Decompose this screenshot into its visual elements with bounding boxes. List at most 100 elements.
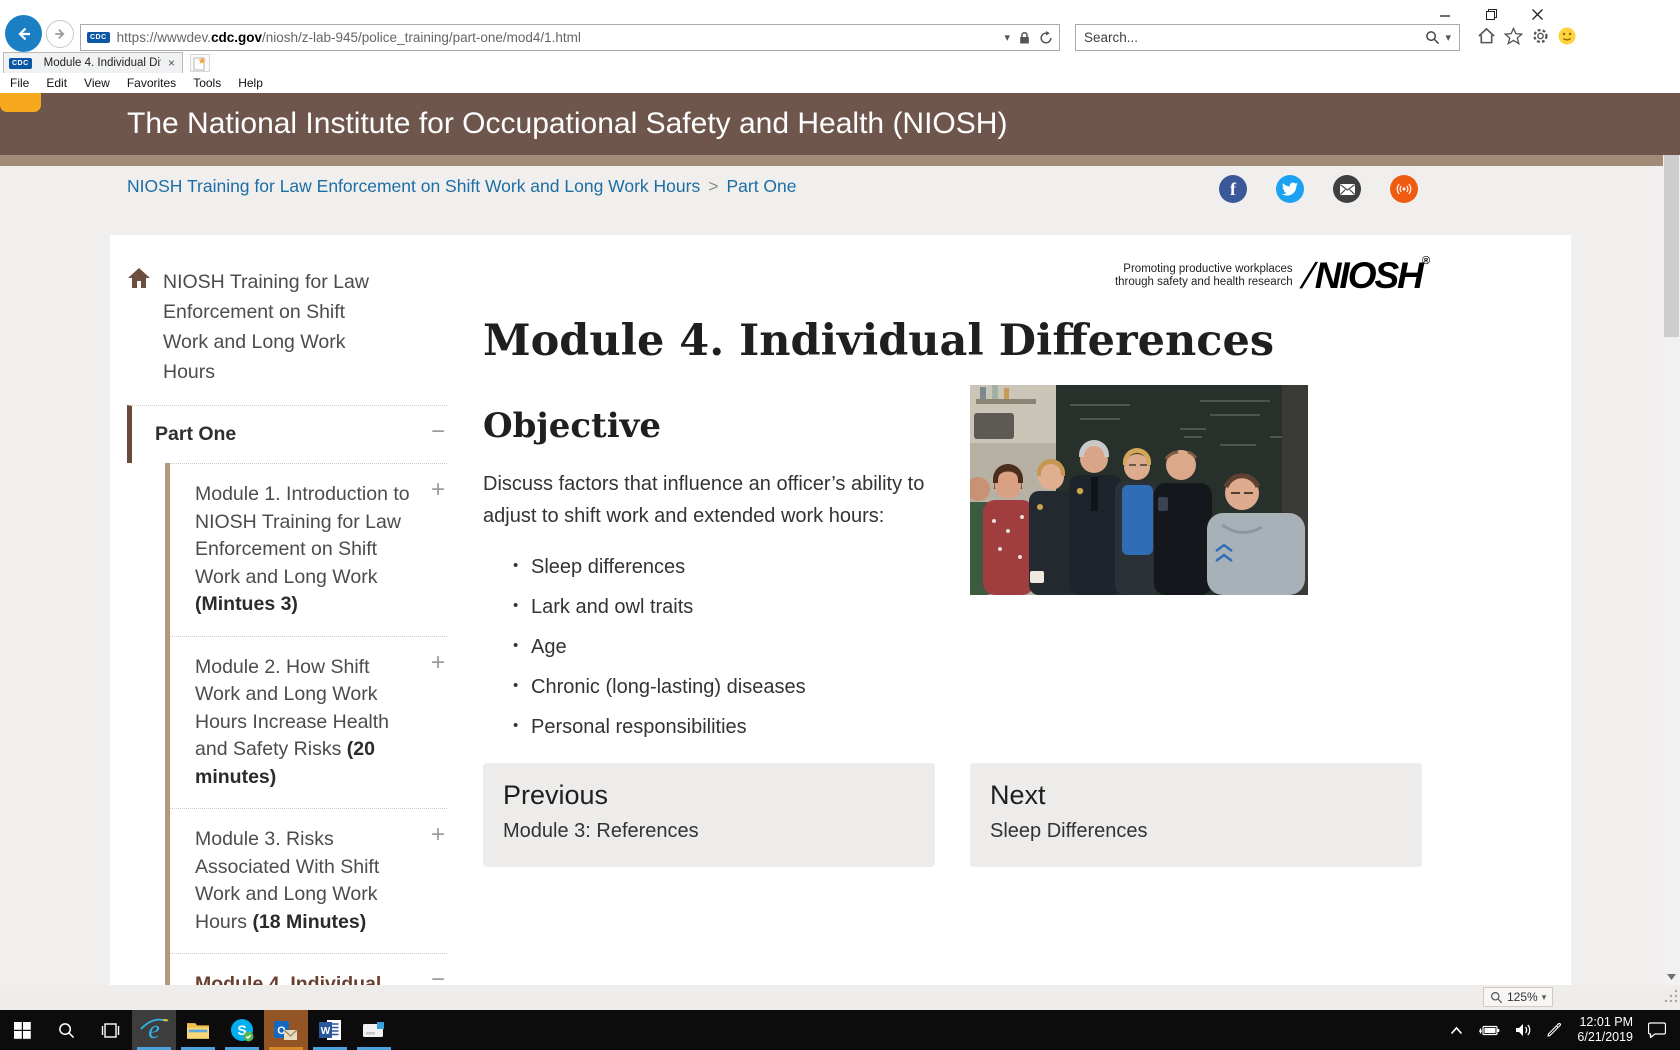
- taskbar-outlook-button[interactable]: O: [264, 1010, 308, 1050]
- tab-title: Module 4. Individual Differe...: [44, 57, 161, 69]
- next-button[interactable]: Next Sleep Differences: [970, 763, 1422, 867]
- collapse-minus-icon[interactable]: −: [431, 966, 445, 985]
- url-text[interactable]: https://wwwdev.cdc.gov/niosh/z-lab-945/p…: [117, 30, 1005, 45]
- collapse-minus-icon[interactable]: −: [431, 418, 445, 446]
- vertical-scrollbar[interactable]: [1663, 93, 1680, 985]
- pen-icon[interactable]: [1547, 1023, 1562, 1038]
- new-tab-page-icon: [193, 56, 207, 71]
- page-title: Module 4. Individual Differences: [483, 316, 1428, 366]
- new-tab-button[interactable]: [190, 54, 210, 72]
- file-explorer-icon: [187, 1021, 209, 1039]
- battery-icon[interactable]: [1478, 1024, 1500, 1037]
- site-title: The National Institute for Occupational …: [127, 93, 1007, 155]
- breadcrumb-root-link[interactable]: NIOSH Training for Law Enforcement on Sh…: [127, 176, 700, 196]
- browser-search[interactable]: ▾: [1075, 24, 1460, 51]
- forward-arrow-icon: [52, 26, 68, 42]
- site-banner: The National Institute for Occupational …: [0, 93, 1680, 155]
- syndicate-icon[interactable]: [1390, 175, 1418, 203]
- volume-icon[interactable]: [1515, 1023, 1532, 1037]
- previous-button[interactable]: Previous Module 3: References: [483, 763, 935, 867]
- search-icon[interactable]: [1425, 30, 1440, 45]
- taskbar-ie-button[interactable]: e: [132, 1010, 176, 1050]
- breadcrumb: NIOSH Training for Law Enforcement on Sh…: [127, 176, 797, 197]
- taskbar-clock[interactable]: 12:01 PM 6/21/2019: [1577, 1015, 1633, 1045]
- niosh-logo-slash: /: [1300, 255, 1316, 297]
- feedback-smiley-icon[interactable]: [1558, 27, 1576, 45]
- banner-strip: [0, 155, 1680, 166]
- favorites-star-icon[interactable]: [1504, 27, 1523, 45]
- main-content: Promoting productive workplaces through …: [483, 257, 1428, 867]
- expand-plus-icon[interactable]: +: [431, 821, 445, 849]
- task-view-button[interactable]: [88, 1010, 132, 1050]
- sidebar-home-link[interactable]: NIOSH Training for Law Enforcement on Sh…: [127, 255, 447, 405]
- facebook-icon[interactable]: f: [1219, 175, 1247, 203]
- browser-tab[interactable]: CDC Module 4. Individual Differe... ×: [3, 52, 183, 73]
- breadcrumb-current-link[interactable]: Part One: [726, 176, 796, 196]
- svg-text:W: W: [320, 1026, 330, 1037]
- url-dropdown-caret-icon[interactable]: ▾: [1004, 31, 1010, 44]
- objective-text: Discuss factors that influence an office…: [483, 468, 968, 532]
- ie-orbit-icon: [139, 1018, 169, 1031]
- close-button[interactable]: [1527, 4, 1547, 24]
- sidebar-section-part-one[interactable]: Part One −: [127, 405, 447, 463]
- back-button[interactable]: [5, 15, 42, 52]
- sidebar-home-label: NIOSH Training for Law Enforcement on Sh…: [163, 267, 383, 387]
- restore-button[interactable]: [1481, 4, 1501, 24]
- bullet-item: Age: [483, 636, 1428, 659]
- sidebar-item-module-3[interactable]: Module 3. Risks Associated With Shift Wo…: [170, 808, 447, 953]
- sidebar-item-module-2[interactable]: Module 2. How Shift Work and Long Work H…: [170, 636, 447, 809]
- zoom-control[interactable]: 125% ▾: [1483, 987, 1553, 1007]
- menu-file[interactable]: File: [10, 76, 29, 90]
- menu-help[interactable]: Help: [238, 76, 263, 90]
- clock-date: 6/21/2019: [1577, 1030, 1633, 1045]
- taskbar-search-button[interactable]: [44, 1010, 88, 1050]
- module-1-label: Module 1. Introduction to NIOSH Training…: [195, 483, 410, 588]
- zoom-caret-icon[interactable]: ▾: [1542, 992, 1547, 1003]
- taskbar-word-button[interactable]: W: [308, 1010, 352, 1050]
- start-button[interactable]: [0, 1010, 44, 1050]
- scroll-down-icon[interactable]: [1663, 968, 1680, 985]
- refresh-icon[interactable]: [1039, 31, 1053, 45]
- home-icon[interactable]: [1477, 27, 1496, 45]
- sidebar-module-list: Module 1. Introduction to NIOSH Training…: [165, 463, 447, 985]
- forward-button[interactable]: [46, 20, 74, 48]
- menu-tools[interactable]: Tools: [193, 76, 221, 90]
- taskbar-explorer-button[interactable]: [176, 1010, 220, 1050]
- expand-plus-icon[interactable]: +: [431, 476, 445, 504]
- niosh-tagline: Promoting productive workplaces through …: [1115, 263, 1293, 289]
- minimize-button[interactable]: [1435, 4, 1455, 24]
- content-card: NIOSH Training for Law Enforcement on Sh…: [110, 235, 1571, 985]
- expand-plus-icon[interactable]: +: [431, 649, 445, 677]
- address-bar[interactable]: CDC https://wwwdev.cdc.gov/niosh/z-lab-9…: [80, 24, 1060, 51]
- resize-grip[interactable]: [1664, 989, 1678, 1003]
- screen: CDC https://wwwdev.cdc.gov/niosh/z-lab-9…: [0, 0, 1680, 1050]
- search-icon: [58, 1022, 75, 1039]
- search-input[interactable]: [1084, 30, 1425, 45]
- sidebar-item-module-4[interactable]: Module 4. Individual −: [170, 953, 447, 985]
- breadcrumb-separator: >: [708, 176, 718, 196]
- clock-time: 12:01 PM: [1577, 1015, 1633, 1030]
- action-center-icon[interactable]: [1648, 1022, 1666, 1038]
- sidebar-item-module-1[interactable]: Module 1. Introduction to NIOSH Training…: [170, 463, 447, 636]
- skype-icon: S: [230, 1018, 254, 1042]
- taskbar-mail-button[interactable]: [352, 1010, 396, 1050]
- taskbar-skype-button[interactable]: S: [220, 1010, 264, 1050]
- mail-app-icon: [363, 1022, 385, 1038]
- menu-favorites[interactable]: Favorites: [127, 76, 176, 90]
- tab-close-icon[interactable]: ×: [166, 56, 177, 70]
- cdc-favicon-icon: CDC: [87, 32, 110, 43]
- menu-view[interactable]: View: [84, 76, 110, 90]
- email-icon[interactable]: [1333, 175, 1361, 203]
- tab-bar: CDC Module 4. Individual Differe... ×: [0, 52, 1680, 73]
- settings-gear-icon[interactable]: [1531, 27, 1550, 45]
- tray-chevron-icon[interactable]: [1450, 1026, 1463, 1035]
- niosh-logo: Promoting productive workplaces through …: [483, 257, 1428, 295]
- menu-edit[interactable]: Edit: [46, 76, 67, 90]
- header-orange-tab: [0, 93, 41, 112]
- sidebar-nav: NIOSH Training for Law Enforcement on Sh…: [127, 255, 447, 985]
- twitter-icon[interactable]: [1276, 175, 1304, 203]
- tab-favicon-icon: CDC: [9, 58, 32, 69]
- search-dropdown-caret-icon[interactable]: ▾: [1445, 31, 1451, 44]
- zoom-magnifier-icon: [1490, 991, 1503, 1004]
- home-icon: [127, 267, 151, 289]
